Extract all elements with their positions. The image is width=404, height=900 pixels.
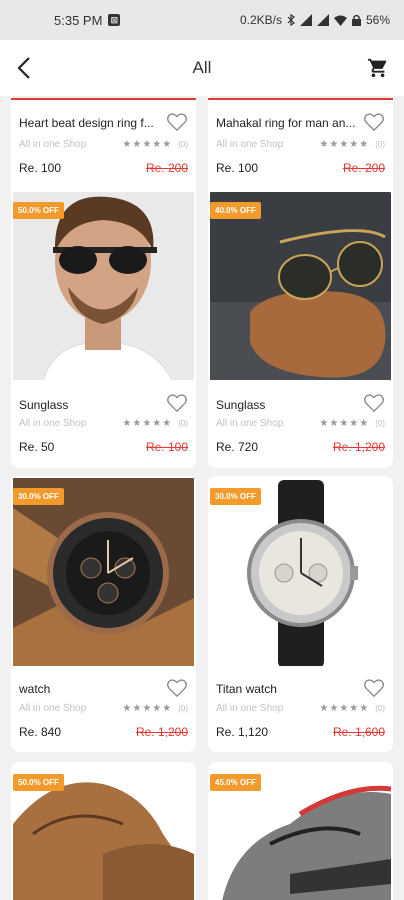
product-card[interactable]: 40.0% OFF Sunglass All in one Shop ★★★★★… bbox=[208, 190, 393, 468]
page-title: All bbox=[192, 58, 212, 77]
rating: ★★★★★ (0) bbox=[122, 703, 188, 714]
star-icons: ★★★★★ bbox=[319, 139, 370, 150]
product-image: 50.0% OFF bbox=[13, 764, 194, 900]
signal-icon-2 bbox=[316, 14, 329, 26]
product-name: watch bbox=[19, 682, 51, 696]
chevron-left-icon bbox=[17, 57, 30, 79]
price: Re. 840 bbox=[19, 725, 62, 739]
sunglass-case-image bbox=[210, 192, 391, 380]
discount-badge: 30.0% OFF bbox=[210, 488, 261, 505]
old-price: Re. 1,600 bbox=[332, 725, 385, 739]
price: Re. 1,120 bbox=[216, 725, 269, 739]
shop-name: All in one Shop bbox=[19, 703, 87, 714]
shop-name: All in one Shop bbox=[216, 418, 284, 429]
status-left: 5:35 PM ⊠ bbox=[14, 12, 121, 28]
product-image: 40.0% OFF bbox=[210, 192, 391, 380]
rating-count: (0) bbox=[178, 419, 188, 428]
cart-icon bbox=[367, 58, 387, 78]
network-speed: 0.2KB/s bbox=[239, 13, 282, 27]
star-icons: ★★★★★ bbox=[122, 703, 173, 714]
shop-name: All in one Shop bbox=[216, 703, 284, 714]
product-name: Sunglass bbox=[19, 398, 69, 412]
old-price: Re. 1,200 bbox=[135, 725, 188, 739]
product-image: 50.0% OFF bbox=[13, 192, 194, 380]
shop-name: All in one Shop bbox=[19, 139, 87, 150]
price: Re. 100 bbox=[216, 161, 259, 175]
titan-watch-image bbox=[210, 478, 391, 666]
rating: ★★★★★ (0) bbox=[319, 139, 385, 150]
product-grid: Heart beat design ring f... All in one S… bbox=[0, 96, 404, 900]
rating: ★★★★★ (0) bbox=[319, 418, 385, 429]
discount-badge: 50.0% OFF bbox=[13, 202, 64, 219]
status-bar: 5:35 PM ⊠ 0.2KB/s 56% bbox=[0, 0, 404, 40]
lock-icon bbox=[351, 14, 361, 26]
product-card[interactable]: 50.0% OFF bbox=[11, 762, 196, 900]
old-price: Re. 200 bbox=[342, 161, 385, 175]
price: Re. 50 bbox=[19, 440, 55, 454]
rating: ★★★★★ (0) bbox=[122, 139, 188, 150]
rating-count: (0) bbox=[375, 419, 385, 428]
product-name: Mahakal ring for man an... bbox=[216, 116, 356, 130]
watch-image bbox=[13, 478, 194, 666]
star-icons: ★★★★★ bbox=[122, 139, 173, 150]
wifi-icon bbox=[333, 15, 347, 26]
heart-icon[interactable] bbox=[166, 393, 188, 413]
heart-icon[interactable] bbox=[363, 678, 385, 698]
status-right: 0.2KB/s 56% bbox=[240, 13, 390, 27]
star-icons: ★★★★★ bbox=[122, 418, 173, 429]
rating: ★★★★★ (0) bbox=[319, 703, 385, 714]
product-name: Titan watch bbox=[216, 682, 277, 696]
product-card[interactable]: 45.0% OFF bbox=[208, 762, 393, 900]
back-button[interactable] bbox=[10, 54, 38, 82]
app-bar: All bbox=[0, 40, 404, 96]
product-name: Heart beat design ring f... bbox=[19, 116, 154, 130]
price: Re. 720 bbox=[216, 440, 259, 454]
status-time: 5:35 PM bbox=[54, 12, 103, 28]
discount-badge: 30.0% OFF bbox=[13, 488, 64, 505]
discount-badge: 40.0% OFF bbox=[210, 202, 261, 219]
heart-icon[interactable] bbox=[166, 112, 188, 132]
bluetooth-icon bbox=[287, 14, 295, 26]
product-name: Sunglass bbox=[216, 398, 266, 412]
star-icons: ★★★★★ bbox=[319, 418, 370, 429]
rating-count: (0) bbox=[178, 140, 188, 149]
product-card[interactable]: 30.0% OFF watch All in one Shop ★★★★★ (0)… bbox=[11, 476, 196, 752]
shop-name: All in one Shop bbox=[19, 418, 87, 429]
rating-count: (0) bbox=[375, 704, 385, 713]
heart-icon[interactable] bbox=[166, 678, 188, 698]
product-image: 45.0% OFF bbox=[210, 764, 391, 900]
old-price: Re. 1,200 bbox=[332, 440, 385, 454]
rating-count: (0) bbox=[178, 704, 188, 713]
product-card[interactable]: 50.0% OFF Sunglass All in one Shop ★★★★★… bbox=[11, 190, 196, 468]
cart-button[interactable] bbox=[364, 54, 392, 82]
rating: ★★★★★ (0) bbox=[122, 418, 188, 429]
discount-badge: 45.0% OFF bbox=[210, 774, 261, 791]
rating-count: (0) bbox=[375, 140, 385, 149]
old-price: Re. 200 bbox=[145, 161, 188, 175]
product-card[interactable]: 30.0% OFF Titan watch All in one Shop ★★… bbox=[208, 476, 393, 752]
product-image: 30.0% OFF bbox=[210, 478, 391, 666]
price: Re. 100 bbox=[19, 161, 62, 175]
product-image: 30.0% OFF bbox=[13, 478, 194, 666]
signal-icon bbox=[299, 14, 312, 26]
heart-icon[interactable] bbox=[363, 112, 385, 132]
sunglass-model-image bbox=[13, 192, 194, 380]
discount-badge: 50.0% OFF bbox=[13, 774, 64, 791]
heart-icon[interactable] bbox=[363, 393, 385, 413]
star-icons: ★★★★★ bbox=[319, 703, 370, 714]
battery-level: 56% bbox=[365, 13, 390, 27]
old-price: Re. 100 bbox=[145, 440, 188, 454]
notification-icon: ⊠ bbox=[108, 14, 121, 26]
shop-name: All in one Shop bbox=[216, 139, 284, 150]
